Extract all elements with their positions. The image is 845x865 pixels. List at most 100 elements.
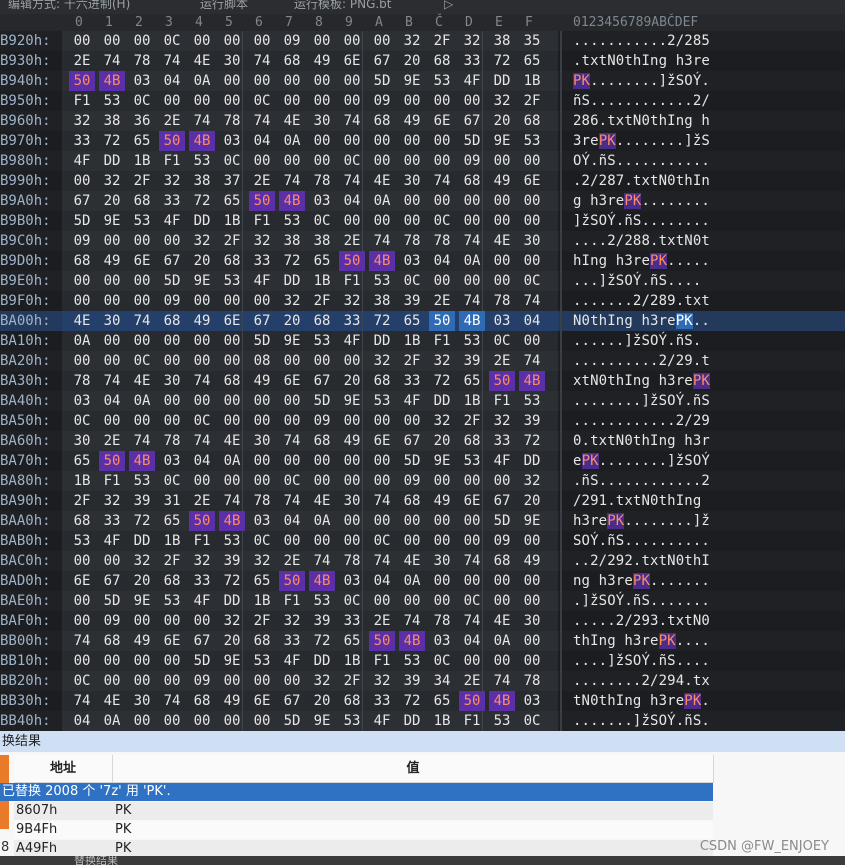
- hex-byte[interactable]: 00: [339, 451, 365, 471]
- hex-byte[interactable]: 00: [309, 71, 335, 91]
- hex-byte[interactable]: 00: [219, 391, 245, 411]
- hex-byte[interactable]: 74: [309, 551, 335, 571]
- hex-byte[interactable]: DD: [189, 211, 215, 231]
- ascii-text[interactable]: ePK........]žSOÝ: [573, 451, 843, 471]
- hex-byte[interactable]: 0A: [219, 451, 245, 471]
- hex-row[interactable]: B9C0h: 09 00 00 00 32 2F 32 38 38 2E 74 78 78 74 4E 30..…: [0, 231, 845, 251]
- hex-byte[interactable]: 38: [489, 31, 515, 51]
- hex-byte[interactable]: 0C: [159, 471, 185, 491]
- hex-byte[interactable]: 00: [369, 411, 395, 431]
- hex-byte[interactable]: 00: [399, 191, 425, 211]
- hex-byte[interactable]: 00: [369, 591, 395, 611]
- hex-row[interactable]: BAE0h: 00 5D 9E 53 4F DD 1B F1 53 0C 00 00 00 0C 00 00.]…: [0, 591, 845, 611]
- hex-byte[interactable]: 50: [369, 631, 395, 651]
- hex-byte[interactable]: 67: [189, 631, 215, 651]
- hex-byte[interactable]: 5D: [489, 511, 515, 531]
- hex-byte[interactable]: 2F: [339, 671, 365, 691]
- hex-byte[interactable]: 74: [519, 291, 545, 311]
- hex-byte[interactable]: 68: [219, 371, 245, 391]
- ascii-text[interactable]: OÝ.ñS...........: [573, 151, 843, 171]
- hex-byte[interactable]: 00: [69, 271, 95, 291]
- hex-byte[interactable]: 00: [369, 151, 395, 171]
- hex-byte[interactable]: 74: [279, 431, 305, 451]
- hex-byte[interactable]: 68: [189, 691, 215, 711]
- hex-byte[interactable]: 65: [219, 191, 245, 211]
- hex-byte[interactable]: 9E: [99, 211, 125, 231]
- hex-byte[interactable]: 00: [249, 31, 275, 51]
- hex-byte[interactable]: 0C: [219, 151, 245, 171]
- hex-byte[interactable]: 78: [489, 291, 515, 311]
- hex-byte[interactable]: 00: [399, 531, 425, 551]
- hex-byte[interactable]: 74: [189, 431, 215, 451]
- hex-byte[interactable]: 78: [249, 491, 275, 511]
- hex-byte[interactable]: 74: [459, 551, 485, 571]
- hex-byte[interactable]: 53: [69, 531, 95, 551]
- hex-row[interactable]: B9D0h: 68 49 6E 67 20 68 33 72 65 50 4B 03 04 0A 00 00 hI…: [0, 251, 845, 271]
- hex-byte[interactable]: 78: [339, 551, 365, 571]
- hex-byte[interactable]: 39: [399, 671, 425, 691]
- hex-byte[interactable]: 72: [99, 131, 125, 151]
- hex-byte[interactable]: 00: [459, 531, 485, 551]
- tab-replace-results[interactable]: 替换结果: [74, 856, 118, 865]
- hex-row[interactable]: BA30h: 78 74 4E 30 74 68 49 6E 67 20 68 33 72 65 50 4B xt…: [0, 371, 845, 391]
- hex-byte[interactable]: 03: [219, 131, 245, 151]
- hex-byte[interactable]: 49: [399, 111, 425, 131]
- hex-byte[interactable]: 74: [129, 311, 155, 331]
- hex-byte[interactable]: 39: [219, 551, 245, 571]
- hex-byte[interactable]: 00: [129, 271, 155, 291]
- hex-byte[interactable]: 00: [309, 351, 335, 371]
- hex-byte[interactable]: 6E: [249, 691, 275, 711]
- hex-byte[interactable]: 39: [399, 291, 425, 311]
- hex-byte[interactable]: 00: [249, 71, 275, 91]
- hex-byte[interactable]: 68: [69, 511, 95, 531]
- hex-byte[interactable]: 00: [219, 411, 245, 431]
- hex-byte[interactable]: 49: [489, 171, 515, 191]
- hex-byte[interactable]: 00: [489, 191, 515, 211]
- hex-byte[interactable]: 53: [489, 711, 515, 731]
- hex-byte[interactable]: 74: [279, 491, 305, 511]
- ascii-text[interactable]: ........]žSOÝ.ñS: [573, 391, 843, 411]
- hex-byte[interactable]: 00: [189, 471, 215, 491]
- hex-byte[interactable]: 0C: [519, 271, 545, 291]
- hex-byte[interactable]: 5D: [459, 131, 485, 151]
- hex-byte[interactable]: 2E: [249, 171, 275, 191]
- hex-byte[interactable]: 2F: [249, 611, 275, 631]
- hex-byte[interactable]: 00: [429, 531, 455, 551]
- hex-byte[interactable]: 20: [489, 111, 515, 131]
- hex-byte[interactable]: 0C: [369, 531, 395, 551]
- hex-byte[interactable]: 4B: [459, 311, 485, 331]
- hex-byte[interactable]: 32: [69, 111, 95, 131]
- hex-byte[interactable]: 04: [369, 571, 395, 591]
- hex-byte[interactable]: 65: [129, 131, 155, 151]
- hex-byte[interactable]: 5D: [399, 451, 425, 471]
- hex-byte[interactable]: 74: [369, 231, 395, 251]
- hex-byte[interactable]: 53: [399, 651, 425, 671]
- ascii-text[interactable]: h3rePK........]ž: [573, 511, 843, 531]
- hex-byte[interactable]: 2E: [339, 231, 365, 251]
- hex-byte[interactable]: 30: [159, 371, 185, 391]
- hex-byte[interactable]: 00: [429, 191, 455, 211]
- run-template-menu[interactable]: 运行模板: PNG.bt: [294, 0, 392, 11]
- hex-byte[interactable]: 00: [69, 171, 95, 191]
- hex-row[interactable]: BB40h: 04 0A 00 00 00 00 00 5D 9E 53 4F DD 1B F1 53 0C..…: [0, 711, 845, 731]
- hex-byte[interactable]: 37: [219, 171, 245, 191]
- hex-byte[interactable]: DD: [399, 711, 425, 731]
- ascii-text[interactable]: ng h3rePK.......: [573, 571, 843, 591]
- hex-byte[interactable]: 00: [99, 651, 125, 671]
- hex-byte[interactable]: 72: [309, 631, 335, 651]
- hex-byte[interactable]: 04: [99, 391, 125, 411]
- hex-byte[interactable]: 00: [279, 531, 305, 551]
- hex-byte[interactable]: 1B: [519, 71, 545, 91]
- play-arrow-icon[interactable]: ▷: [444, 0, 453, 11]
- hex-byte[interactable]: 30: [429, 551, 455, 571]
- hex-byte[interactable]: 68: [129, 191, 155, 211]
- hex-byte[interactable]: 68: [249, 631, 275, 651]
- hex-byte[interactable]: 0C: [159, 31, 185, 51]
- hex-byte[interactable]: 00: [189, 711, 215, 731]
- hex-byte[interactable]: 00: [279, 451, 305, 471]
- hex-byte[interactable]: 00: [99, 551, 125, 571]
- hex-byte[interactable]: 74: [339, 171, 365, 191]
- hex-byte[interactable]: 72: [189, 191, 215, 211]
- hex-byte[interactable]: 00: [369, 211, 395, 231]
- hex-byte[interactable]: 04: [429, 251, 455, 271]
